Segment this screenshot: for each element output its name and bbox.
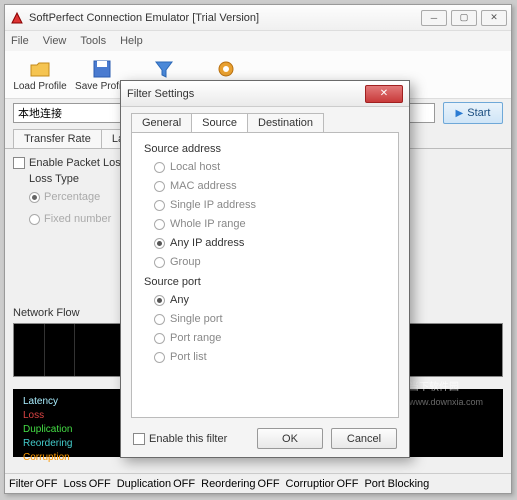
radio-local-label: Local host xyxy=(170,161,220,173)
tab-source[interactable]: Source xyxy=(191,113,248,132)
watermark-sub: www.downxia.com xyxy=(409,395,483,409)
filter-settings-dialog: Filter Settings ✕ General Source Destina… xyxy=(120,80,410,458)
tab-general[interactable]: General xyxy=(131,113,192,132)
radio-icon xyxy=(154,219,165,230)
radio-mac-label: MAC address xyxy=(170,180,237,192)
radio-icon xyxy=(154,200,165,211)
radio-port-single[interactable]: Single port xyxy=(154,313,386,325)
watermark-main: 当下软件园 xyxy=(409,381,483,395)
radio-single-ip[interactable]: Single IP address xyxy=(154,199,386,211)
checkbox-icon xyxy=(133,433,145,445)
radio-port-list[interactable]: Port list xyxy=(154,351,386,363)
play-icon: ▶ xyxy=(456,108,464,119)
tab-transfer-rate[interactable]: Transfer Rate xyxy=(13,129,102,148)
status-off: OFF xyxy=(173,478,195,490)
status-reorder: Reordering xyxy=(201,478,255,490)
radio-percentage-label: Percentage xyxy=(44,191,100,203)
status-bar: FilterOFF LossOFF DuplicationOFF Reorder… xyxy=(5,473,511,493)
status-corrupt: Corruptior xyxy=(286,478,335,490)
dialog-tab-body: Source address Local host MAC address Si… xyxy=(131,132,399,418)
status-off: OFF xyxy=(336,478,358,490)
radio-port-single-label: Single port xyxy=(170,313,223,325)
radio-icon xyxy=(154,238,165,249)
funnel-icon xyxy=(153,58,175,80)
save-icon xyxy=(91,58,113,80)
radio-icon xyxy=(29,214,40,225)
dialog-titlebar: Filter Settings ✕ xyxy=(121,81,409,107)
enable-filter-checkbox[interactable]: Enable this filter xyxy=(133,433,249,445)
radio-whole-ip[interactable]: Whole IP range xyxy=(154,218,386,230)
status-off: OFF xyxy=(89,478,111,490)
menubar: File View Tools Help xyxy=(5,31,511,51)
radio-group[interactable]: Group xyxy=(154,256,386,268)
radio-fixed-label: Fixed number xyxy=(44,213,111,225)
radio-group-label: Group xyxy=(170,256,201,268)
load-profile-label: Load Profile xyxy=(13,81,66,92)
radio-mac-address[interactable]: MAC address xyxy=(154,180,386,192)
maximize-button[interactable]: ▢ xyxy=(451,10,477,26)
radio-icon xyxy=(154,257,165,268)
dialog-tabs: General Source Destination xyxy=(121,107,409,132)
status-off: OFF xyxy=(258,478,280,490)
start-label: Start xyxy=(467,107,490,119)
radio-icon xyxy=(154,333,165,344)
radio-icon xyxy=(154,314,165,325)
folder-open-icon xyxy=(29,58,51,80)
status-filter: Filter xyxy=(9,478,33,490)
radio-single-ip-label: Single IP address xyxy=(170,199,256,211)
gear-icon xyxy=(215,58,237,80)
tab-destination[interactable]: Destination xyxy=(247,113,324,132)
radio-icon xyxy=(154,181,165,192)
radio-port-range[interactable]: Port range xyxy=(154,332,386,344)
radio-icon xyxy=(154,352,165,363)
source-address-label: Source address xyxy=(144,143,386,155)
radio-port-range-label: Port range xyxy=(170,332,221,344)
dialog-footer: Enable this filter OK Cancel xyxy=(121,424,409,453)
menu-tools[interactable]: Tools xyxy=(80,35,106,47)
radio-icon xyxy=(154,295,165,306)
dialog-title: Filter Settings xyxy=(127,88,365,100)
status-dup: Duplication xyxy=(117,478,171,490)
source-port-label: Source port xyxy=(144,276,386,288)
titlebar: SoftPerfect Connection Emulator [Trial V… xyxy=(5,5,511,31)
ok-button[interactable]: OK xyxy=(257,428,323,449)
radio-port-any[interactable]: Any xyxy=(154,294,386,306)
radio-icon xyxy=(154,162,165,173)
enable-filter-label: Enable this filter xyxy=(149,433,227,445)
window-buttons: ─ ▢ ✕ xyxy=(421,10,507,26)
close-button[interactable]: ✕ xyxy=(481,10,507,26)
status-loss: Loss xyxy=(63,478,86,490)
load-profile-button[interactable]: Load Profile xyxy=(11,54,69,96)
radio-port-list-label: Port list xyxy=(170,351,207,363)
cancel-button[interactable]: Cancel xyxy=(331,428,397,449)
menu-help[interactable]: Help xyxy=(120,35,143,47)
dialog-close-button[interactable]: ✕ xyxy=(365,85,403,103)
radio-port-any-label: Any xyxy=(170,294,189,306)
status-off: OFF xyxy=(35,478,57,490)
watermark: 当下软件园 www.downxia.com xyxy=(409,381,483,409)
radio-whole-ip-label: Whole IP range xyxy=(170,218,246,230)
radio-local-host[interactable]: Local host xyxy=(154,161,386,173)
menu-view[interactable]: View xyxy=(43,35,67,47)
enable-packet-loss-label: Enable Packet Los xyxy=(29,157,121,169)
radio-any-ip-label: Any IP address xyxy=(170,237,244,249)
start-button[interactable]: ▶ Start xyxy=(443,102,503,124)
radio-icon xyxy=(29,192,40,203)
window-title: SoftPerfect Connection Emulator [Trial V… xyxy=(29,12,421,24)
radio-any-ip[interactable]: Any IP address xyxy=(154,237,386,249)
minimize-button[interactable]: ─ xyxy=(421,10,447,26)
checkbox-icon xyxy=(13,157,25,169)
connection-value: 本地连接 xyxy=(18,105,62,121)
menu-file[interactable]: File xyxy=(11,35,29,47)
app-icon xyxy=(9,10,25,26)
status-port: Port Blocking xyxy=(364,478,429,490)
